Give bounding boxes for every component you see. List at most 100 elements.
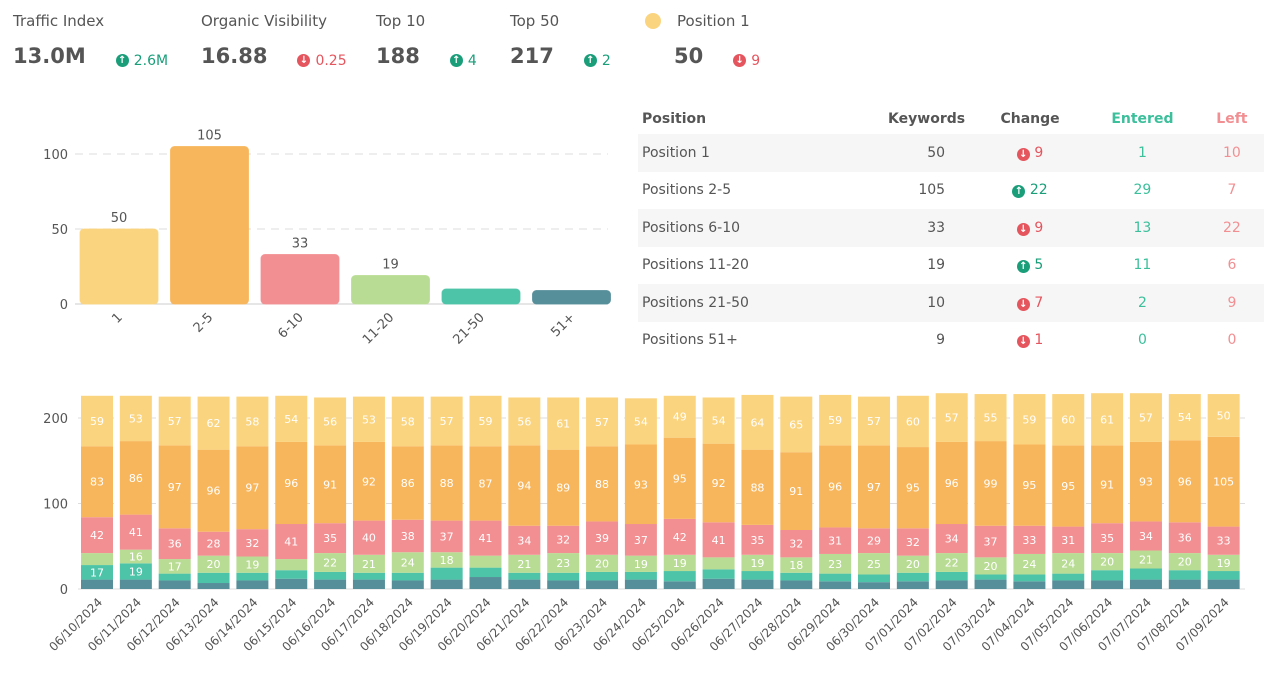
- stack-segment-11-20[interactable]: [702, 557, 735, 570]
- segment-label: 93: [634, 478, 648, 491]
- segment-label: 29: [867, 535, 881, 548]
- segment-label: 41: [712, 534, 726, 547]
- segment-label: 20: [984, 560, 998, 573]
- stack-segment-21-50[interactable]: [896, 572, 929, 582]
- stack-segment-51+[interactable]: [314, 579, 347, 589]
- stack-segment-51+[interactable]: [81, 579, 113, 589]
- col-left[interactable]: Left: [1200, 104, 1264, 134]
- stack-segment-21-50[interactable]: [236, 572, 269, 581]
- legend-dot-icon: [645, 13, 661, 29]
- stack-segment-51+[interactable]: [741, 579, 774, 589]
- stack-segment-51+[interactable]: [1129, 579, 1162, 589]
- stack-segment-21-50[interactable]: [624, 571, 657, 580]
- stack-segment-51+[interactable]: [1013, 581, 1046, 589]
- data-label: 33: [292, 237, 309, 252]
- stack-segment-21-50[interactable]: [391, 572, 424, 581]
- segment-label: 42: [90, 529, 104, 542]
- bar[interactable]: [441, 288, 521, 305]
- stack-segment-21-50[interactable]: [586, 571, 619, 581]
- entered-cell: 29: [1133, 182, 1152, 199]
- stack-segment-51+[interactable]: [430, 579, 463, 589]
- left-cell: 10: [1222, 144, 1241, 161]
- stack-segment-51+[interactable]: [974, 579, 1007, 589]
- stack-segment-21-50[interactable]: [858, 574, 890, 583]
- stack-segment-51+[interactable]: [702, 578, 735, 589]
- stack-segment-21-50[interactable]: [741, 571, 774, 580]
- stack-segment-51+[interactable]: [624, 579, 657, 589]
- stack-segment-21-50[interactable]: [819, 573, 852, 582]
- stack-segment-21-50[interactable]: [974, 574, 1007, 580]
- stack-segment-51+[interactable]: [352, 579, 385, 589]
- stack-segment-51+[interactable]: [858, 582, 890, 589]
- stack-segment-51+[interactable]: [935, 580, 968, 589]
- stack-segment-51+[interactable]: [1207, 579, 1240, 589]
- col-change[interactable]: Change: [975, 104, 1085, 134]
- col-position[interactable]: Position: [638, 104, 826, 134]
- stack-segment-51+[interactable]: [1052, 580, 1085, 589]
- stack-segment-21-50[interactable]: [158, 573, 191, 581]
- stack-segment-21-50[interactable]: [430, 567, 463, 580]
- stack-segment-21-50[interactable]: [780, 572, 813, 581]
- data-label: 19: [382, 258, 399, 273]
- table-row: Positions 11-20 19 ↑ 5 11 6: [638, 247, 1264, 285]
- bar[interactable]: [79, 228, 159, 305]
- stack-segment-51+[interactable]: [275, 578, 308, 589]
- x-tick-label: 1: [109, 310, 125, 326]
- segment-label: 31: [828, 535, 842, 548]
- segment-label: 57: [945, 412, 959, 425]
- segment-label: 21: [1139, 554, 1153, 567]
- stack-segment-11-20[interactable]: [469, 555, 502, 568]
- stack-segment-51+[interactable]: [819, 581, 852, 589]
- segment-label: 96: [284, 477, 298, 490]
- stack-segment-21-50[interactable]: [197, 572, 230, 584]
- stack-segment-51+[interactable]: [119, 579, 152, 589]
- segment-label: 53: [362, 413, 376, 426]
- stack-segment-21-50[interactable]: [1013, 574, 1046, 582]
- stack-segment-21-50[interactable]: [663, 571, 696, 582]
- stack-segment-21-50[interactable]: [547, 572, 580, 581]
- stack-segment-51+[interactable]: [586, 580, 619, 589]
- segment-label: 22: [323, 556, 337, 569]
- stack-segment-11-20[interactable]: [81, 553, 113, 566]
- segment-label: 61: [556, 418, 570, 431]
- stack-segment-21-50[interactable]: [1207, 571, 1240, 580]
- segment-label: 57: [440, 415, 454, 428]
- stack-segment-51+[interactable]: [391, 580, 424, 589]
- kpi-value: 217: [510, 44, 554, 68]
- stack-segment-51+[interactable]: [780, 580, 813, 589]
- stack-segment-21-50[interactable]: [702, 569, 735, 579]
- position-cell: Positions 21-50: [642, 294, 749, 311]
- stack-segment-21-50[interactable]: [469, 567, 502, 578]
- col-keywords[interactable]: Keywords: [826, 104, 975, 134]
- y-tick-label: 0: [60, 298, 68, 313]
- stack-segment-21-50[interactable]: [1168, 570, 1201, 580]
- change-cell: ↓ 1: [975, 322, 1085, 360]
- stack-segment-51+[interactable]: [1168, 579, 1201, 589]
- stack-segment-51+[interactable]: [1091, 580, 1124, 589]
- arrow-down-icon: ↓: [1016, 222, 1030, 236]
- stack-segment-21-50[interactable]: [314, 571, 347, 580]
- stack-segment-51+[interactable]: [896, 581, 929, 589]
- stack-segment-11-20[interactable]: [275, 559, 308, 571]
- bar[interactable]: [170, 146, 249, 305]
- stack-segment-51+[interactable]: [236, 580, 269, 589]
- stack-segment-21-50[interactable]: [508, 572, 541, 580]
- stack-segment-21-50[interactable]: [935, 571, 968, 581]
- stack-segment-51+[interactable]: [158, 580, 191, 589]
- segment-label: 89: [556, 482, 570, 495]
- stack-segment-21-50[interactable]: [1129, 568, 1162, 580]
- bar[interactable]: [260, 254, 340, 305]
- stack-segment-21-50[interactable]: [275, 570, 308, 579]
- stack-segment-51+[interactable]: [197, 583, 230, 589]
- stack-segment-21-50[interactable]: [352, 572, 385, 580]
- stack-segment-51+[interactable]: [508, 579, 541, 589]
- stack-segment-51+[interactable]: [663, 581, 696, 589]
- stack-segment-51+[interactable]: [547, 580, 580, 589]
- segment-label: 34: [517, 534, 531, 547]
- stack-segment-51+[interactable]: [469, 577, 502, 589]
- bar[interactable]: [351, 275, 430, 305]
- stack-segment-21-50[interactable]: [1052, 573, 1085, 581]
- stack-segment-21-50[interactable]: [1091, 570, 1124, 581]
- bar[interactable]: [532, 290, 611, 305]
- col-entered[interactable]: Entered: [1085, 104, 1200, 134]
